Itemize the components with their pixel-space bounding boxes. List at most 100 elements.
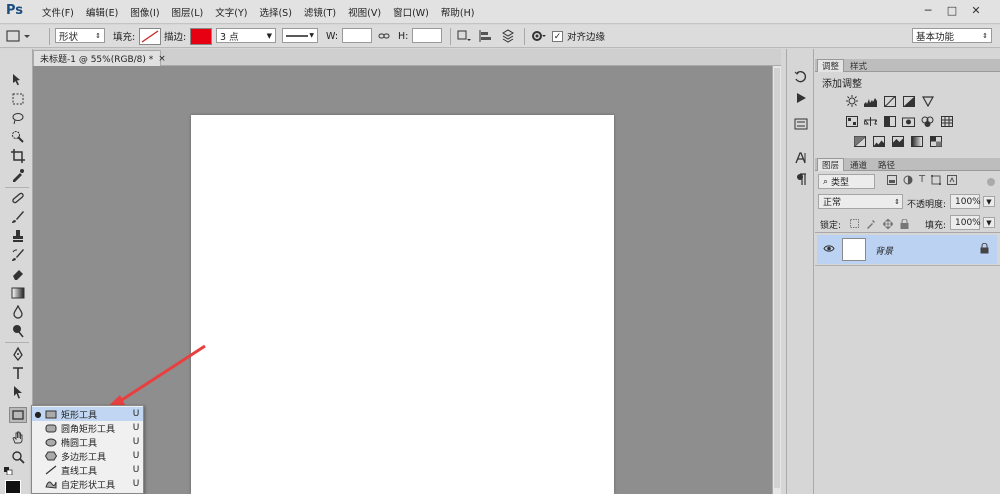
fill-input[interactable]: 100% — [950, 215, 981, 230]
brush-tool[interactable] — [9, 209, 27, 225]
flyout-item-rectangle[interactable]: ● 矩形工具 U — [32, 407, 143, 421]
close-tab-icon[interactable]: × — [158, 54, 166, 64]
layer-filter-select[interactable]: ⌕ 类型 — [818, 174, 875, 189]
crop-tool[interactable] — [9, 148, 27, 164]
menu-edit[interactable]: 编辑(E) — [80, 5, 124, 19]
align-edges-checkbox[interactable]: ✓ — [552, 31, 563, 42]
opacity-input[interactable]: 100% — [950, 194, 981, 209]
exposure-icon[interactable] — [901, 95, 916, 107]
clone-stamp-tool[interactable] — [9, 228, 27, 244]
height-input[interactable] — [412, 28, 442, 43]
menu-help[interactable]: 帮助(H) — [435, 5, 481, 19]
paragraph-panel-button[interactable] — [792, 171, 810, 187]
lock-position-icon[interactable] — [882, 218, 894, 232]
eyedropper-tool[interactable] — [9, 167, 27, 183]
tab-styles[interactable]: 样式 — [846, 59, 871, 72]
posterize-icon[interactable] — [871, 135, 886, 147]
chevron-down-icon[interactable]: ▼ — [983, 217, 995, 228]
history-panel-button[interactable] — [792, 69, 810, 85]
lock-all-icon[interactable] — [900, 218, 909, 232]
pen-tool[interactable] — [9, 346, 27, 362]
minimize-button[interactable]: ─ — [918, 2, 938, 19]
restore-button[interactable]: □ — [942, 2, 962, 19]
path-arrangement-button[interactable] — [500, 28, 516, 44]
smart-object-filter-icon[interactable] — [947, 175, 958, 188]
channel-mixer-icon[interactable] — [920, 115, 935, 127]
healing-brush-tool[interactable] — [9, 190, 27, 206]
close-window-button[interactable]: ✕ — [966, 2, 986, 19]
properties-panel-button[interactable] — [792, 116, 810, 132]
lock-transparent-icon[interactable] — [850, 219, 859, 232]
rectangle-tool[interactable] — [9, 407, 27, 423]
path-alignment-button[interactable] — [478, 28, 494, 44]
tab-channels[interactable]: 通道 — [846, 158, 871, 171]
lock-image-icon[interactable] — [866, 219, 876, 232]
marquee-tool[interactable] — [9, 91, 27, 107]
hand-tool[interactable] — [9, 429, 27, 445]
stroke-type-select[interactable]: ▼ — [282, 28, 318, 43]
vibrance-icon[interactable] — [920, 95, 935, 107]
menu-file[interactable]: 文件(F) — [36, 5, 80, 19]
geometry-options-button[interactable] — [530, 28, 546, 44]
gradient-tool[interactable] — [9, 285, 27, 301]
hue-saturation-icon[interactable] — [844, 115, 859, 127]
flyout-item-polygon[interactable]: 多边形工具 U — [32, 449, 143, 463]
color-lookup-icon[interactable] — [939, 115, 954, 127]
levels-icon[interactable] — [863, 95, 878, 107]
menu-filter[interactable]: 滤镜(T) — [298, 5, 342, 19]
stroke-width-input[interactable]: 3 点 ▼ — [216, 28, 276, 43]
shape-mode-select[interactable]: 形状 ⇕ — [55, 28, 105, 43]
color-balance-icon[interactable] — [863, 115, 878, 127]
zoom-tool[interactable] — [9, 449, 27, 465]
invert-icon[interactable] — [852, 135, 867, 147]
path-selection-tool[interactable] — [9, 384, 27, 400]
adjustment-filter-icon[interactable] — [903, 175, 913, 188]
lasso-tool[interactable] — [9, 110, 27, 126]
curves-icon[interactable] — [882, 95, 897, 107]
selective-color-icon[interactable] — [928, 135, 943, 147]
workspace-select[interactable]: 基本功能 ⇕ — [912, 28, 992, 43]
photo-filter-icon[interactable] — [901, 115, 916, 127]
blur-tool[interactable] — [9, 304, 27, 320]
path-operations-button[interactable] — [456, 28, 472, 44]
menu-image[interactable]: 图像(I) — [124, 5, 165, 19]
tool-preset-picker[interactable] — [4, 28, 32, 44]
flyout-item-ellipse[interactable]: 椭圆工具 U — [32, 435, 143, 449]
shape-filter-icon[interactable] — [931, 175, 942, 188]
threshold-icon[interactable] — [890, 135, 905, 147]
eye-icon[interactable] — [823, 244, 835, 256]
scroll-thumb[interactable] — [774, 68, 780, 488]
chevron-down-icon[interactable]: ▼ — [983, 196, 995, 207]
width-input[interactable] — [342, 28, 372, 43]
type-tool[interactable] — [9, 365, 27, 381]
filter-toggle-icon[interactable] — [987, 178, 995, 186]
quick-selection-tool[interactable] — [9, 129, 27, 145]
tab-layers[interactable]: 图层 — [817, 158, 845, 171]
tab-paths[interactable]: 路径 — [874, 158, 899, 171]
menu-layer[interactable]: 图层(L) — [166, 5, 210, 19]
dodge-tool[interactable] — [9, 323, 27, 339]
stroke-color-swatch[interactable] — [190, 28, 212, 45]
gradient-map-icon[interactable] — [909, 135, 924, 147]
flyout-item-line[interactable]: 直线工具 U — [32, 463, 143, 477]
menu-view[interactable]: 视图(V) — [342, 5, 387, 19]
history-brush-tool[interactable] — [9, 247, 27, 263]
link-dimensions-button[interactable] — [378, 28, 390, 44]
actions-panel-button[interactable] — [792, 90, 810, 106]
pixel-filter-icon[interactable] — [887, 175, 897, 188]
menu-window[interactable]: 窗口(W) — [387, 5, 435, 19]
menu-select[interactable]: 选择(S) — [253, 5, 297, 19]
fill-swatch[interactable] — [139, 28, 161, 45]
vertical-scrollbar[interactable] — [772, 66, 781, 494]
default-colors-icon[interactable] — [4, 467, 14, 476]
black-white-icon[interactable] — [882, 115, 897, 127]
character-panel-button[interactable] — [792, 150, 810, 166]
document-tab[interactable]: 未标题-1 @ 55%(RGB/8) * × — [33, 50, 166, 66]
flyout-item-rounded-rectangle[interactable]: 圆角矩形工具 U — [32, 421, 143, 435]
document-canvas[interactable] — [191, 115, 614, 494]
flyout-item-custom-shape[interactable]: 自定形状工具 U — [32, 477, 143, 491]
foreground-color-swatch[interactable] — [5, 480, 21, 494]
brightness-icon[interactable] — [844, 95, 859, 107]
eraser-tool[interactable] — [9, 266, 27, 282]
tab-adjustments[interactable]: 调整 — [817, 59, 845, 72]
